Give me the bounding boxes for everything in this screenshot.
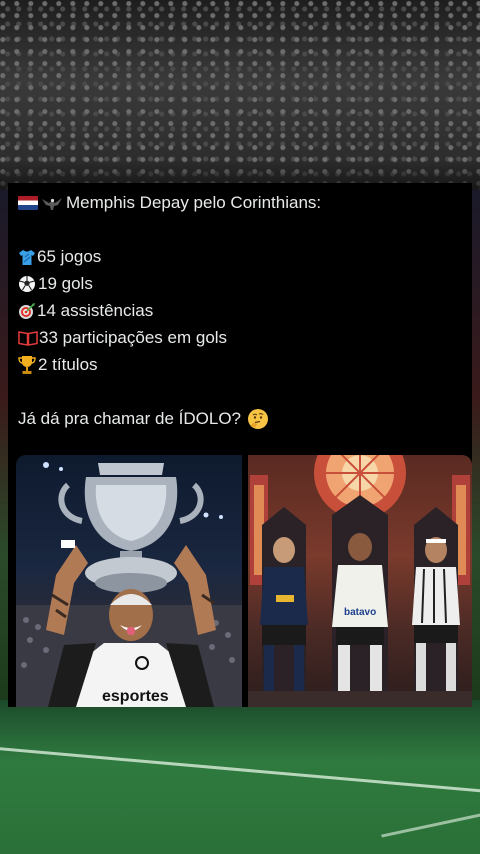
- shirt-sponsor-text: esportes: [102, 688, 169, 705]
- stat-text: 65 jogos: [37, 247, 102, 266]
- tweet-header-line: Memphis Depay pelo Corinthians:: [18, 189, 468, 216]
- tweet-text: Memphis Depay pelo Corinthians: 65 jogos…: [18, 189, 468, 432]
- background-crowd-photo: [0, 0, 480, 200]
- stat-line: 14 assistências: [18, 297, 468, 324]
- stat-line: 2 títulos: [18, 351, 468, 378]
- background-right-strip: [472, 190, 480, 710]
- stat-line: 33 participações em gols: [18, 324, 468, 351]
- image-players-thrones[interactable]: batavo: [248, 455, 472, 707]
- stat-text: 14 assistências: [37, 301, 154, 320]
- target-icon: [19, 302, 35, 319]
- thinking-face-icon: [248, 408, 269, 429]
- stat-line: 19 gols: [18, 270, 468, 297]
- image-player-trophy[interactable]: esportes: [16, 455, 242, 707]
- players-thrones-illustration: batavo: [248, 455, 472, 707]
- trophy-icon: [18, 355, 36, 374]
- player-trophy-illustration: esportes: [16, 462, 242, 707]
- soccer-ball-icon: [19, 275, 35, 292]
- background-left-strip: [0, 190, 8, 710]
- book-icon: [18, 330, 38, 346]
- question-line: Já dá pra chamar de ÍDOLO?: [18, 405, 468, 432]
- stat-text: 2 títulos: [38, 355, 98, 374]
- shirt-icon: [19, 249, 35, 265]
- tweet-card: Memphis Depay pelo Corinthians: 65 jogos…: [8, 183, 472, 707]
- tweet-question: Já dá pra chamar de ÍDOLO?: [18, 409, 242, 428]
- netherlands-flag-icon: [18, 195, 38, 210]
- stat-text: 19 gols: [38, 274, 93, 293]
- tweet-header: Memphis Depay pelo Corinthians:: [66, 193, 322, 212]
- stat-line: 65 jogos: [18, 243, 468, 270]
- stat-text: 33 participações em gols: [39, 328, 228, 347]
- eagle-icon: [42, 197, 62, 210]
- shirt-sponsor-text: batavo: [344, 607, 376, 618]
